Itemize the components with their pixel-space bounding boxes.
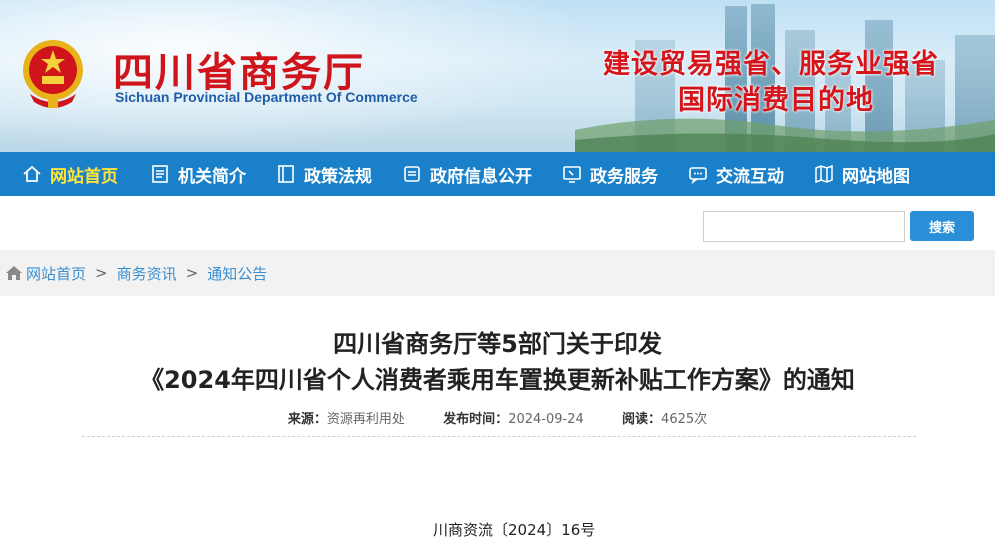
chat-icon — [689, 167, 707, 184]
article-title: 四川省商务厅等5部门关于印发 《2024年四川省个人消费者乘用车置换更新补贴工作… — [0, 326, 995, 398]
article-meta: 来源：资源再利用处 发布时间：2024-09-24 阅读：4625次 — [0, 408, 995, 427]
nav-item-sitemap[interactable]: 网站地图 — [792, 152, 910, 196]
breadcrumb-home-link[interactable]: 网站首页 — [26, 263, 86, 284]
book-icon — [278, 165, 294, 183]
date-label: 发布时间： — [443, 412, 509, 427]
breadcrumb-separator: > — [185, 264, 199, 282]
home-icon — [6, 266, 22, 280]
breadcrumb-notice-link[interactable]: 通知公告 — [207, 263, 267, 284]
nav-item-label: 政府信息公开 — [430, 166, 532, 187]
search-bar: 搜索 — [0, 196, 995, 250]
header-banner: 四川省商务厅 Sichuan Provincial Department Of … — [0, 0, 995, 152]
nav-item-policy[interactable]: 政策法规 — [254, 152, 372, 196]
national-emblem-icon — [23, 40, 83, 108]
site-title-english: Sichuan Provincial Department Of Commerc… — [115, 89, 418, 105]
document-list-icon — [152, 165, 168, 183]
nav-item-label: 交流互动 — [716, 166, 784, 187]
slogan-line-2: 国际消费目的地 — [678, 85, 874, 116]
home-icon — [23, 165, 41, 182]
nav-item-gov-info[interactable]: 政府信息公开 — [380, 152, 532, 196]
search-input[interactable] — [703, 211, 905, 242]
views-label: 阅读： — [622, 412, 662, 427]
views-value: 4625次 — [661, 412, 708, 427]
source-label: 来源： — [287, 412, 327, 427]
divider — [82, 436, 916, 437]
breadcrumb-news-link[interactable]: 商务资讯 — [117, 263, 177, 284]
breadcrumb-separator: > — [95, 264, 108, 282]
monitor-icon — [563, 166, 581, 183]
nav-item-about[interactable]: 机关简介 — [128, 152, 246, 196]
nav-item-home[interactable]: 网站首页 — [0, 152, 118, 196]
search-button[interactable]: 搜索 — [910, 211, 974, 241]
source-value: 资源再利用处 — [326, 412, 405, 427]
open-book-icon — [404, 166, 420, 182]
nav-item-label: 机关简介 — [178, 166, 246, 187]
map-icon — [815, 164, 833, 184]
main-nav: 网站首页 机关简介 政策法规 政府信息公开 政务服务 交流互动 网站地图 — [0, 152, 995, 196]
nav-item-label: 政务服务 — [590, 166, 658, 187]
breadcrumb: 网站首页 > 商务资讯 > 通知公告 — [0, 250, 995, 296]
nav-item-label: 政策法规 — [304, 166, 372, 187]
nav-item-label: 网站首页 — [50, 166, 118, 187]
article-title-line-1: 四川省商务厅等5部门关于印发 — [333, 330, 662, 358]
document-number: 川商资流〔2024〕16号 — [433, 521, 596, 539]
article-title-line-2: 《2024年四川省个人消费者乘用车置换更新补贴工作方案》的通知 — [140, 366, 855, 394]
slogan-line-1: 建设贸易强省、服务业强省 — [603, 49, 939, 80]
date-value: 2024-09-24 — [508, 412, 584, 427]
nav-item-interaction[interactable]: 交流互动 — [666, 152, 784, 196]
nav-item-label: 网站地图 — [842, 166, 910, 187]
nav-item-services[interactable]: 政务服务 — [540, 152, 658, 196]
